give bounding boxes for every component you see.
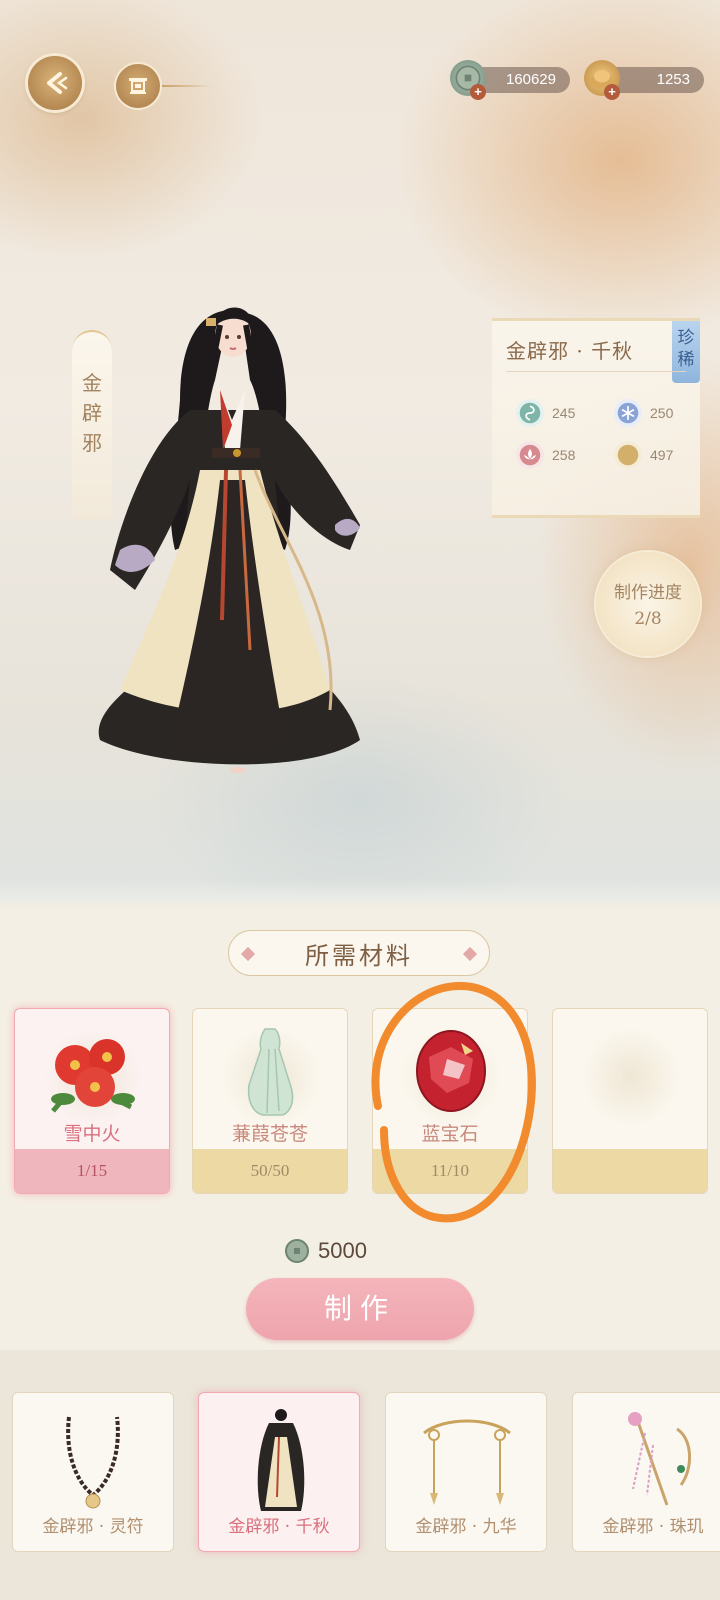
hairpin-tassel-icon bbox=[628, 1412, 692, 1506]
decor-line bbox=[162, 85, 212, 87]
stat-value: 258 bbox=[552, 447, 576, 463]
set-item-card-selected[interactable]: 金辟邪 · 千秋 bbox=[198, 1392, 360, 1552]
copper-coin-icon bbox=[285, 1239, 309, 1263]
camellia-flower-icon bbox=[51, 1039, 135, 1113]
stat-value: 497 bbox=[650, 447, 674, 463]
stat-value: 245 bbox=[552, 405, 576, 421]
set-item-card[interactable]: 金辟邪 · 灵符 bbox=[12, 1392, 174, 1552]
set-item-name: 金辟邪 · 灵符 bbox=[42, 1517, 144, 1537]
material-name: 蒹葭苍苍 bbox=[231, 1123, 308, 1145]
gold-moon-icon bbox=[614, 441, 642, 469]
material-name: 蓝宝石 bbox=[421, 1123, 479, 1145]
material-card[interactable]: 蒹葭苍苍 50/50 bbox=[192, 1008, 348, 1194]
gemstone-icon bbox=[416, 1030, 486, 1112]
cost-value: 5000 bbox=[318, 1238, 367, 1263]
reed-robe-icon bbox=[247, 1028, 294, 1116]
shrine-icon bbox=[129, 78, 147, 94]
red-lotus-icon bbox=[516, 441, 544, 469]
material-count: 11/10 bbox=[373, 1149, 527, 1193]
progress-value: 2/8 bbox=[634, 609, 662, 629]
material-card[interactable]: 雪中火 1/15 bbox=[14, 1008, 170, 1194]
set-item-name: 金辟邪 · 九华 bbox=[415, 1517, 517, 1537]
scene-divider bbox=[0, 880, 720, 910]
materials-header: 所需材料 bbox=[228, 930, 490, 976]
set-item-name: 金辟邪 · 珠玑 bbox=[602, 1517, 704, 1537]
green-swirl-icon bbox=[516, 399, 544, 427]
material-card-empty bbox=[552, 1008, 708, 1194]
robe-outfit-icon bbox=[257, 1409, 305, 1511]
make-button[interactable]: 制作 bbox=[246, 1278, 474, 1340]
outfit-title: 金辟邪 · 千秋 bbox=[506, 339, 634, 363]
material-count: 1/15 bbox=[15, 1149, 169, 1193]
copper-coin-value: 160629 bbox=[505, 71, 556, 88]
material-name: 雪中火 bbox=[63, 1123, 121, 1145]
materials-title: 所需材料 bbox=[305, 941, 413, 970]
divider bbox=[506, 371, 686, 372]
rarity-badge: 珍 稀 bbox=[672, 321, 700, 383]
necklace-icon bbox=[66, 1416, 120, 1509]
set-item-card[interactable]: 金辟邪 · 珠玑 bbox=[572, 1392, 720, 1552]
stat-sweetness: 258 bbox=[516, 441, 575, 469]
gold-ingot-value: 1253 bbox=[656, 71, 690, 88]
set-item-name: 金辟邪 · 千秋 bbox=[228, 1517, 330, 1537]
stat-elegance: 245 bbox=[516, 399, 575, 427]
outfit-info-card: 金辟邪 · 千秋 珍 稀 245 250 258 497 bbox=[492, 318, 700, 518]
stat-freshness: 250 bbox=[614, 399, 673, 427]
headpiece-chain-icon bbox=[423, 1419, 511, 1505]
add-gold-button[interactable]: + bbox=[604, 84, 620, 100]
material-count bbox=[553, 1149, 707, 1193]
set-item-card[interactable]: 金辟邪 · 九华 bbox=[385, 1392, 547, 1552]
character-figure[interactable] bbox=[80, 290, 380, 790]
stat-value: 250 bbox=[650, 405, 674, 421]
diamond-ornament-icon bbox=[240, 946, 256, 962]
back-arrow-icon bbox=[47, 72, 68, 94]
craft-cost: 5000 bbox=[284, 1238, 367, 1264]
rarity-char: 稀 bbox=[677, 350, 695, 370]
craft-progress-badge[interactable]: 制作进度 2/8 bbox=[596, 552, 700, 656]
rarity-char: 珍 bbox=[677, 328, 695, 348]
stat-charm: 497 bbox=[614, 441, 673, 469]
progress-label: 制作进度 bbox=[614, 583, 682, 603]
material-count: 50/50 bbox=[193, 1149, 347, 1193]
material-card[interactable]: 蓝宝石 11/10 bbox=[372, 1008, 528, 1194]
back-button[interactable] bbox=[28, 56, 82, 110]
blue-snowflake-icon bbox=[614, 399, 642, 427]
diamond-ornament-icon bbox=[462, 946, 478, 962]
card-clover-bg bbox=[581, 1027, 681, 1127]
add-copper-button[interactable]: + bbox=[470, 84, 486, 100]
shrine-button[interactable] bbox=[116, 64, 160, 108]
